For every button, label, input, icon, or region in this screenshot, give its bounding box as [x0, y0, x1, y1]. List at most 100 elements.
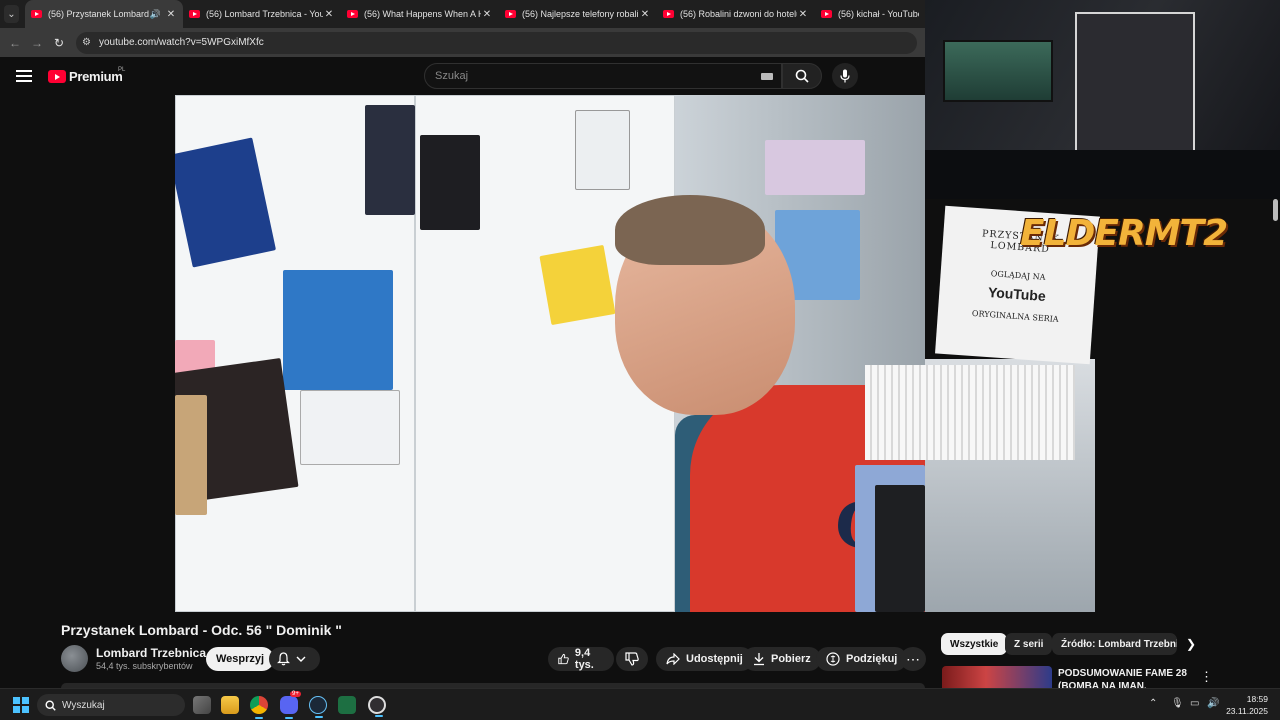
forward-icon[interactable]: →	[26, 36, 48, 50]
volume-icon[interactable]: 🔊	[1207, 698, 1219, 709]
chip-all[interactable]: Wszystkie	[941, 633, 1008, 655]
thumbs-down-icon	[625, 652, 639, 666]
address-bar: ← → ↻ ⚙ youtube.com/watch?v=5WPGxiMfXfc	[0, 28, 925, 57]
back-icon[interactable]: ←	[4, 36, 26, 50]
channel-avatar[interactable]	[61, 645, 88, 672]
channel-name[interactable]: Lombard Trzebnica	[96, 646, 206, 660]
video-player[interactable]: GAP	[175, 95, 925, 612]
thumbs-up-icon	[558, 653, 569, 665]
voice-search-button[interactable]	[832, 63, 858, 89]
task-view-icon[interactable]	[193, 696, 211, 714]
person-hair	[615, 195, 765, 265]
microphone-tray-icon[interactable]: 🎙	[1171, 698, 1184, 709]
streamer-logo: ELDERMT2	[1020, 213, 1228, 254]
chevron-right-icon[interactable]: ❯	[1186, 637, 1196, 651]
tab-search-button[interactable]: ⌄	[4, 5, 19, 23]
search-placeholder: Szukaj	[435, 70, 469, 82]
search-icon	[45, 699, 56, 711]
support-button[interactable]: Wesprzyj	[206, 647, 275, 671]
taskbar-search[interactable]: Wyszukaj	[37, 694, 185, 716]
tab-title: (56) What Happens When A Hu	[364, 9, 481, 19]
dislike-button[interactable]	[616, 647, 648, 671]
like-count: 9,4 tys.	[574, 647, 594, 671]
notifications-button[interactable]	[269, 647, 320, 671]
scrollbar-thumb[interactable]	[1273, 199, 1278, 221]
tab-title: (56) Przystanek Lombard - Od	[48, 9, 150, 19]
excel-icon[interactable]	[338, 696, 356, 714]
youtube-premium-logo[interactable]: Premium PL	[48, 67, 126, 84]
download-button[interactable]: Pobierz	[743, 647, 821, 671]
chip-series[interactable]: Z serii	[1005, 633, 1053, 655]
chip-label: Z serii	[1014, 638, 1044, 650]
product-box	[539, 244, 616, 326]
more-actions-button[interactable]: ⋯	[900, 647, 926, 671]
tab-2[interactable]: (56) What Happens When A Hu ✕	[341, 0, 499, 28]
tab-close-icon[interactable]: ✕	[639, 9, 651, 20]
share-button[interactable]: Udostępnij	[656, 647, 753, 671]
menu-icon[interactable]	[16, 70, 32, 82]
youtube-favicon-icon	[821, 10, 832, 18]
stream-scene: PRZYSTANEK LOMBARD OGLĄDAJ NA YouTube OR…	[865, 199, 1280, 612]
super-thanks-icon	[826, 652, 840, 666]
product-box	[365, 105, 415, 215]
recommendation-title[interactable]: PODSUMOWANIE FAME 28 (BOMBA NA IMAN, MAR…	[1058, 667, 1188, 689]
browser-tab-strip: ⌄ (56) Przystanek Lombard - Od 🔊 ✕ (56) …	[0, 0, 925, 28]
search-icon	[795, 69, 809, 83]
tab-close-icon[interactable]: ✕	[323, 9, 335, 20]
product-box	[765, 140, 865, 195]
tab-0[interactable]: (56) Przystanek Lombard - Od 🔊 ✕	[25, 0, 183, 28]
taskbar-search-label: Wyszukaj	[62, 699, 105, 711]
aquarium	[943, 40, 1053, 102]
tab-close-icon[interactable]: ✕	[165, 9, 177, 20]
share-icon	[666, 653, 680, 665]
tab-3[interactable]: (56) Najlepsze telefony robalin ✕	[499, 0, 657, 28]
youtube-favicon-icon	[31, 10, 42, 18]
product-box	[575, 110, 630, 190]
microphone-icon	[840, 69, 850, 83]
tab-title: (56) kichał - YouTube	[838, 9, 919, 19]
tab-close-icon[interactable]: ✕	[481, 9, 493, 20]
url-text: youtube.com/watch?v=5WPGxiMfXfc	[98, 37, 264, 48]
tab-title: (56) Robalini dzwoni do hotelu	[680, 9, 797, 19]
like-button[interactable]: 9,4 tys.	[548, 647, 614, 671]
thanks-button[interactable]: Podziękuj	[816, 647, 908, 671]
clock-date: 23.11.2025	[1226, 706, 1268, 716]
tab-4[interactable]: (56) Robalini dzwoni do hotelu ✕	[657, 0, 815, 28]
windows-start-icon[interactable]	[13, 697, 29, 713]
chip-source[interactable]: Źródło: Lombard Trzebnica	[1052, 633, 1177, 655]
chrome-icon[interactable]	[250, 696, 268, 719]
discord-icon[interactable]: 9+	[280, 691, 301, 719]
reload-icon[interactable]: ↻	[48, 36, 70, 50]
logo-region: PL	[118, 67, 126, 73]
youtube-favicon-icon	[189, 10, 200, 18]
network-icon[interactable]: ▭	[1190, 698, 1199, 709]
keyboard-icon[interactable]	[761, 73, 773, 80]
obs-icon[interactable]	[368, 696, 386, 717]
system-clock[interactable]: 18:59 23.11.2025	[1226, 693, 1268, 717]
thanks-label: Podziękuj	[846, 653, 898, 665]
clock-time: 18:59	[1246, 694, 1268, 704]
chip-label: Źródło: Lombard Trzebnica	[1061, 638, 1177, 650]
file-explorer-icon[interactable]	[221, 696, 239, 714]
product-box	[175, 395, 207, 515]
support-label: Wesprzyj	[216, 653, 265, 665]
url-field[interactable]: ⚙ youtube.com/watch?v=5WPGxiMfXfc	[76, 31, 917, 54]
search-button[interactable]	[782, 63, 822, 89]
bell-icon	[277, 652, 290, 666]
speaker-icon[interactable]: 🔊	[150, 9, 161, 20]
recommendation-thumbnail[interactable]	[942, 666, 1052, 688]
youtube-favicon-icon	[663, 10, 674, 18]
steam-icon[interactable]	[309, 696, 327, 718]
poster-line: ORYGINALNA SERIA	[971, 308, 1059, 324]
tab-close-icon[interactable]: ✕	[797, 9, 809, 20]
download-label: Pobierz	[771, 653, 811, 665]
search-input[interactable]: Szukaj	[424, 63, 782, 89]
recommendation-menu-icon[interactable]: ⋮	[1200, 669, 1213, 685]
tab-5[interactable]: (56) kichał - YouTube	[815, 0, 925, 28]
poster-youtube-logo: YouTube	[987, 283, 1047, 304]
tab-1[interactable]: (56) Lombard Trzebnica - YouTube ✕	[183, 0, 341, 28]
site-info-icon[interactable]: ⚙	[82, 37, 91, 48]
tray-chevron-icon[interactable]: ⌃	[1149, 698, 1157, 709]
collection-shelf	[1075, 12, 1195, 162]
download-icon	[754, 653, 764, 666]
